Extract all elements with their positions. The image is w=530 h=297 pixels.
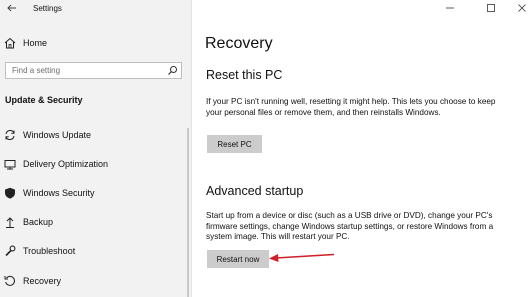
search-icon[interactable] [167,65,178,76]
sidebar-item-recovery[interactable]: Recovery [3,274,61,288]
reset-pc-button[interactable]: Reset PC [207,135,262,153]
advanced-startup-heading: Advanced startup [206,184,304,198]
sidebar-item-label: Troubleshoot [23,246,76,256]
home-label: Home [23,38,48,48]
search-placeholder: Find a setting [12,66,61,75]
restart-now-button[interactable]: Restart now [207,250,269,268]
sidebar-item-label: Windows Update [23,130,92,140]
sync-icon [5,129,15,141]
wrench-icon [5,245,16,257]
section-heading: Update & Security [5,95,83,105]
search-input[interactable]: Find a setting [5,62,182,79]
sidebar-item-label: Delivery Optimization [23,159,109,169]
sidebar: Settings Home Find a setting Update & Se… [0,0,192,297]
page-title: Recovery [205,35,273,52]
sidebar-scrollbar[interactable] [187,128,189,297]
sidebar-item-troubleshoot[interactable]: Troubleshoot [3,244,75,258]
delivery-icon [4,160,16,170]
backup-icon [6,217,14,228]
minimize-icon[interactable] [445,3,455,13]
titlebar-left: Settings [0,0,191,18]
reset-description: If your PC isn't running well, resetting… [206,97,496,117]
sidebar-item-windows-security[interactable]: Windows Security [3,186,95,200]
close-icon[interactable] [517,3,527,13]
sidebar-item-delivery-optimization[interactable]: Delivery Optimization [3,157,108,171]
titlebar-right [192,0,530,18]
advanced-startup-description: Start up from a device or disc (such as … [206,211,494,241]
sidebar-item-backup[interactable]: Backup [3,215,53,229]
annotation-arrow-icon [269,253,335,262]
reset-heading: Reset this PC [206,68,283,82]
back-arrow-icon[interactable] [5,1,19,15]
app-title: Settings [33,4,62,13]
sidebar-item-home[interactable]: Home [3,36,47,50]
maximize-icon[interactable] [486,3,496,13]
shield-icon [5,187,15,199]
recovery-icon [4,275,15,286]
sidebar-item-label: Windows Security [23,188,95,198]
sidebar-item-label: Recovery [23,276,62,286]
home-icon [4,37,16,49]
sidebar-item-label: Backup [23,217,54,227]
sidebar-item-windows-update[interactable]: Windows Update [3,128,91,142]
